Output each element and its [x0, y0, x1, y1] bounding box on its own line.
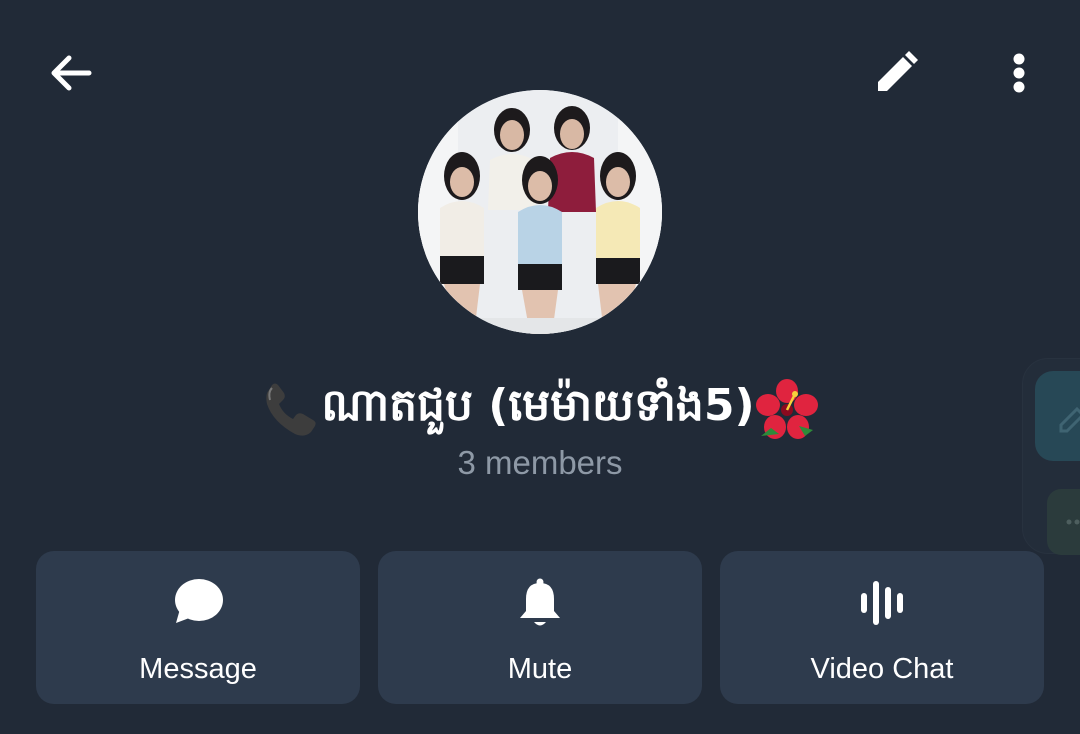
chat-bubble-icon	[170, 575, 226, 631]
back-button[interactable]	[36, 38, 106, 108]
telephone-icon	[266, 383, 317, 436]
pencil-icon	[878, 51, 918, 91]
bell-icon	[512, 575, 568, 631]
mute-button[interactable]: Mute	[378, 551, 702, 704]
voice-chat-icon	[854, 575, 910, 631]
video-chat-label: Video Chat	[810, 653, 954, 685]
group-name: ណាតជួប (មេម៉ាយទាំង5)	[321, 380, 755, 431]
floating-side-panel	[1022, 358, 1080, 555]
more-horizontal-icon	[1066, 519, 1080, 525]
message-label: Message	[139, 653, 257, 685]
edit-button[interactable]	[860, 38, 932, 108]
group-photo	[418, 90, 662, 334]
more-vertical-icon	[1013, 53, 1025, 93]
hibiscus-icon	[755, 379, 818, 439]
pencil-icon	[1059, 406, 1080, 433]
video-chat-button[interactable]: Video Chat	[720, 551, 1044, 704]
group-avatar[interactable]	[418, 90, 662, 334]
arrow-left-icon	[51, 55, 92, 91]
side-edit-button[interactable]	[1035, 371, 1080, 461]
message-button[interactable]: Message	[36, 551, 360, 704]
members-count: 3 members	[457, 444, 623, 481]
group-title: ណាតជួប (មេម៉ាយទាំង5)	[0, 372, 1080, 448]
more-options-button[interactable]	[984, 38, 1054, 108]
side-more-button[interactable]	[1047, 489, 1080, 555]
mute-label: Mute	[507, 653, 573, 685]
